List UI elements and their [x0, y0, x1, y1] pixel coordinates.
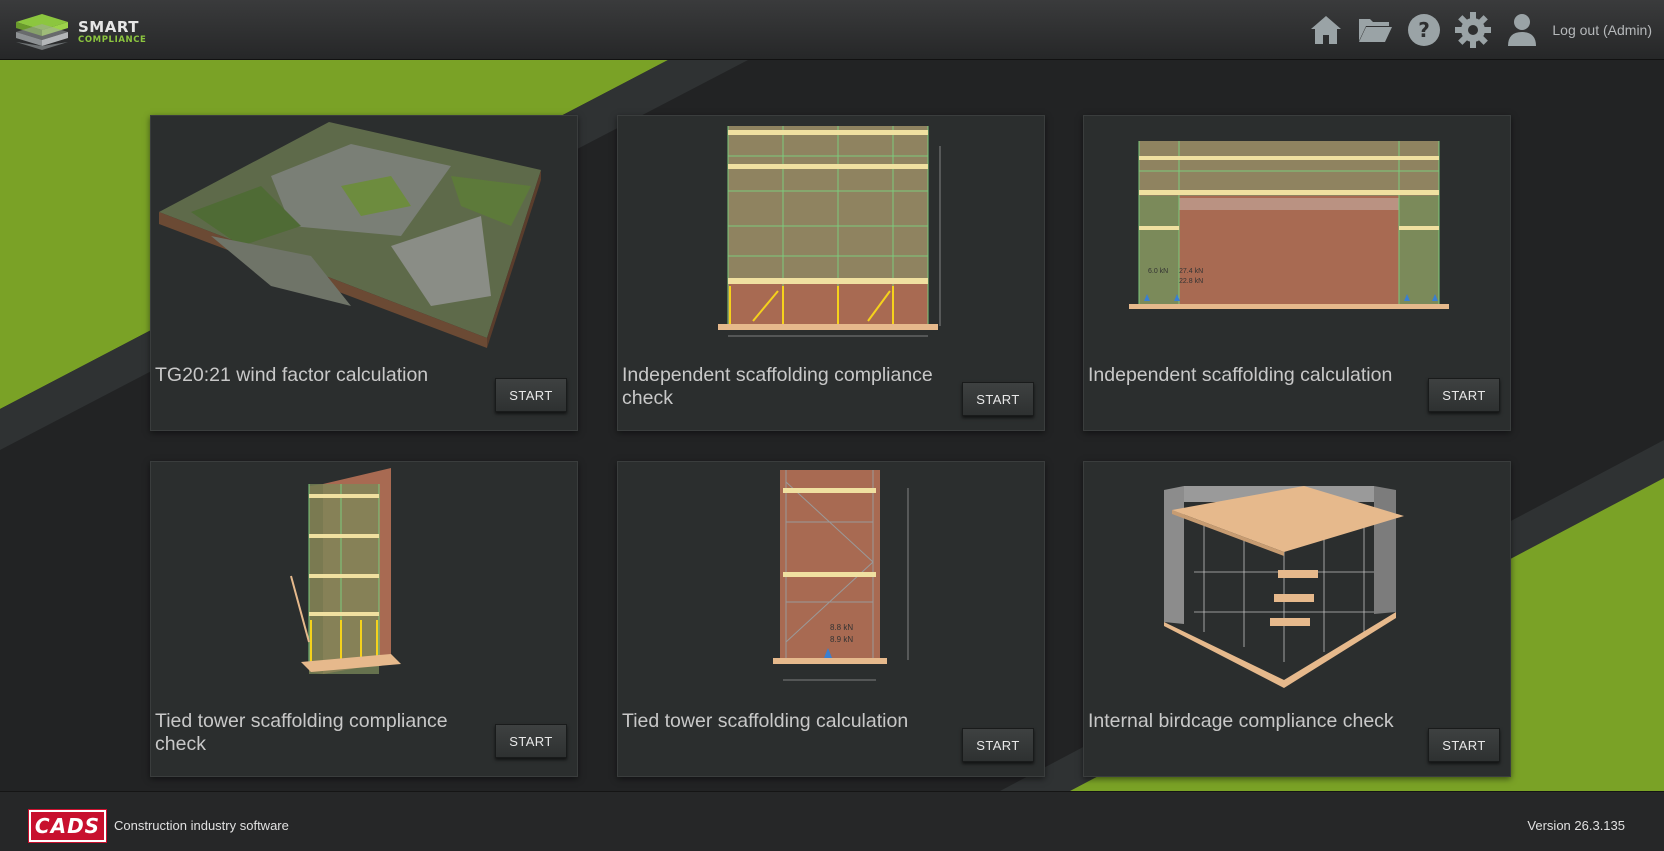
card-title: Tied tower scaffolding calculation: [622, 710, 909, 732]
load-label-2: 27.4 kN: [1179, 268, 1203, 275]
logo-subtitle: COMPLIANCE: [78, 35, 147, 45]
smart-compliance-logo[interactable]: SMART COMPLIANCE: [14, 12, 154, 52]
terrain-map-thumbnail: [159, 122, 541, 348]
load-label-3: 22.8 kN: [1179, 278, 1203, 285]
svg-text:?: ?: [1419, 18, 1431, 42]
start-button[interactable]: START: [962, 382, 1034, 416]
scaffold-bridge-thumbnail: 6.0 kN 27.4 kN 22.8 kN: [1129, 141, 1449, 309]
footer: CADS Construction industry software Vers…: [0, 791, 1664, 851]
start-button[interactable]: START: [495, 378, 567, 412]
logo-mark-icon: [16, 14, 68, 50]
card-title: Tied tower scaffolding compliance check: [155, 710, 448, 755]
card-title: TG20:21 wind factor calculation: [155, 364, 429, 386]
card-tied-tower-compliance[interactable]: Tied tower scaffolding compliance check …: [150, 461, 578, 777]
load-label-1: 6.0 kN: [1148, 268, 1168, 275]
logout-link[interactable]: Log out (Admin): [1552, 22, 1652, 38]
card-wind-factor[interactable]: TG20:21 wind factor calculation START: [150, 115, 578, 431]
user-icon[interactable]: [1502, 10, 1542, 50]
card-title: Independent scaffolding calculation: [1088, 364, 1393, 386]
start-button[interactable]: START: [495, 724, 567, 758]
card-title: Independent scaffolding compliance check: [622, 364, 933, 409]
start-button[interactable]: START: [1428, 378, 1500, 412]
load-label-1: 8.8 kN: [830, 623, 853, 632]
help-icon[interactable]: ?: [1404, 10, 1444, 50]
cads-logo-text: CADS: [34, 814, 101, 838]
birdcage-3d-thumbnail: [1164, 486, 1404, 688]
cads-logo[interactable]: CADS: [28, 809, 107, 843]
version-label: Version 26.3.135: [1527, 818, 1625, 833]
start-button[interactable]: START: [962, 728, 1034, 762]
load-label-2: 8.9 kN: [830, 635, 853, 644]
footer-tagline: Construction industry software: [114, 818, 289, 833]
home-icon[interactable]: [1306, 10, 1346, 50]
logo-title: SMART: [78, 18, 139, 36]
scaffold-elevation-thumbnail: [718, 126, 941, 337]
settings-icon[interactable]: [1453, 10, 1493, 50]
card-title: Internal birdcage compliance check: [1088, 710, 1394, 732]
folder-icon[interactable]: [1355, 10, 1395, 50]
card-internal-birdcage[interactable]: Internal birdcage compliance check START: [1083, 461, 1511, 777]
header-nav: ? Log out (Admin): [1297, 10, 1652, 50]
tied-tower-elevation-thumbnail: 8.8 kN 8.9 kN: [773, 470, 909, 681]
card-independent-compliance[interactable]: Independent scaffolding compliance check…: [617, 115, 1045, 431]
card-tied-tower-calculation[interactable]: 8.8 kN 8.9 kN Tied tower scaffolding cal…: [617, 461, 1045, 777]
tied-tower-3d-thumbnail: [290, 468, 401, 674]
start-button[interactable]: START: [1428, 728, 1500, 762]
card-independent-calculation[interactable]: 6.0 kN 27.4 kN 22.8 kN Independent scaff…: [1083, 115, 1511, 431]
top-bar: SMART COMPLIANCE ? Log out (Admin): [0, 0, 1664, 60]
